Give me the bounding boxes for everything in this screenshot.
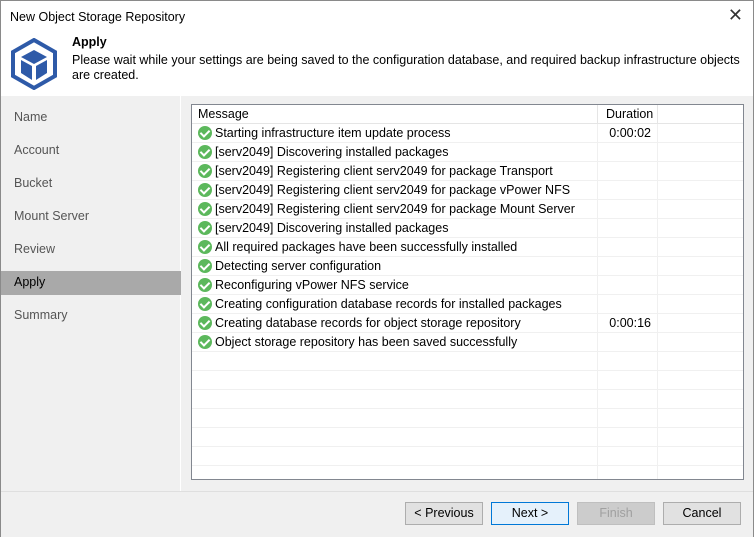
cancel-button[interactable]: Cancel xyxy=(663,502,741,525)
empty-row xyxy=(192,371,743,390)
empty-row xyxy=(192,466,743,479)
empty-cell xyxy=(192,447,598,466)
next-button[interactable]: Next > xyxy=(491,502,569,525)
row-duration xyxy=(598,257,658,276)
table-row[interactable]: [serv2049] Registering client serv2049 f… xyxy=(192,162,743,181)
row-message: Reconfiguring vPower NFS service xyxy=(192,276,598,295)
step-review[interactable]: Review xyxy=(1,238,181,262)
table-row[interactable]: Object storage repository has been saved… xyxy=(192,333,743,352)
row-message: Creating configuration database records … xyxy=(192,295,598,314)
empty-cell xyxy=(598,428,658,447)
table-row[interactable]: Detecting server configuration xyxy=(192,257,743,276)
finish-button[interactable]: Finish xyxy=(577,502,655,525)
wizard-footer: < Previous Next > Finish Cancel xyxy=(1,491,753,537)
step-name[interactable]: Name xyxy=(1,106,181,130)
empty-cell xyxy=(598,466,658,479)
close-icon[interactable]: ✕ xyxy=(728,5,743,26)
empty-cell xyxy=(192,466,598,479)
empty-cell xyxy=(192,409,598,428)
row-duration xyxy=(598,181,658,200)
empty-cell xyxy=(598,371,658,390)
step-description: Please wait while your settings are bein… xyxy=(72,53,740,82)
empty-cell xyxy=(192,390,598,409)
row-duration xyxy=(598,238,658,257)
empty-row xyxy=(192,428,743,447)
step-title: Apply xyxy=(72,35,107,49)
row-message: [serv2049] Registering client serv2049 f… xyxy=(192,200,598,219)
wizard-steps: Name Account Bucket Mount Server Review … xyxy=(1,96,181,491)
step-summary[interactable]: Summary xyxy=(1,304,181,328)
repository-cube-icon xyxy=(11,38,57,90)
step-account[interactable]: Account xyxy=(1,139,181,163)
row-message: [serv2049] Discovering installed package… xyxy=(192,143,598,162)
progress-log-table[interactable]: Message Duration Starting infrastructure… xyxy=(191,104,744,480)
empty-cell xyxy=(192,428,598,447)
table-row[interactable]: [serv2049] Discovering installed package… xyxy=(192,143,743,162)
column-duration[interactable]: Duration xyxy=(598,105,658,124)
row-message: All required packages have been successf… xyxy=(192,238,598,257)
row-duration xyxy=(598,295,658,314)
table-row[interactable]: [serv2049] Registering client serv2049 f… xyxy=(192,200,743,219)
table-row[interactable]: [serv2049] Registering client serv2049 f… xyxy=(192,181,743,200)
table-row[interactable]: Reconfiguring vPower NFS service xyxy=(192,276,743,295)
row-duration: 0:00:16 xyxy=(598,314,658,333)
row-message: Detecting server configuration xyxy=(192,257,598,276)
empty-row xyxy=(192,409,743,428)
row-message: [serv2049] Registering client serv2049 f… xyxy=(192,162,598,181)
row-message: [serv2049] Discovering installed package… xyxy=(192,219,598,238)
empty-row xyxy=(192,390,743,409)
table-row[interactable]: All required packages have been successf… xyxy=(192,238,743,257)
row-message: Starting infrastructure item update proc… xyxy=(192,124,598,143)
title-bar: New Object Storage Repository ✕ xyxy=(1,1,753,33)
row-duration xyxy=(598,143,658,162)
previous-button[interactable]: < Previous xyxy=(405,502,483,525)
table-row[interactable]: Starting infrastructure item update proc… xyxy=(192,124,743,143)
table-row[interactable]: Creating configuration database records … xyxy=(192,295,743,314)
row-duration xyxy=(598,200,658,219)
row-message: [serv2049] Registering client serv2049 f… xyxy=(192,181,598,200)
row-duration xyxy=(598,276,658,295)
table-row[interactable]: Creating database records for object sto… xyxy=(192,314,743,333)
empty-cell xyxy=(598,352,658,371)
column-message[interactable]: Message xyxy=(192,105,598,124)
wizard-header: Apply Please wait while your settings ar… xyxy=(1,33,753,96)
row-message: Object storage repository has been saved… xyxy=(192,333,598,352)
window-title: New Object Storage Repository xyxy=(10,10,186,24)
empty-row xyxy=(192,447,743,466)
step-apply[interactable]: Apply xyxy=(1,271,181,295)
empty-row xyxy=(192,352,743,371)
empty-cell xyxy=(192,352,598,371)
table-row[interactable]: [serv2049] Discovering installed package… xyxy=(192,219,743,238)
row-duration xyxy=(598,333,658,352)
row-duration: 0:00:02 xyxy=(598,124,658,143)
row-duration xyxy=(598,162,658,181)
row-message: Creating database records for object sto… xyxy=(192,314,598,333)
empty-cell xyxy=(598,447,658,466)
step-bucket[interactable]: Bucket xyxy=(1,172,181,196)
empty-cell xyxy=(192,371,598,390)
table-header: Message Duration xyxy=(192,105,743,124)
row-duration xyxy=(598,219,658,238)
empty-cell xyxy=(598,409,658,428)
empty-cell xyxy=(598,390,658,409)
step-mount-server[interactable]: Mount Server xyxy=(1,205,181,229)
